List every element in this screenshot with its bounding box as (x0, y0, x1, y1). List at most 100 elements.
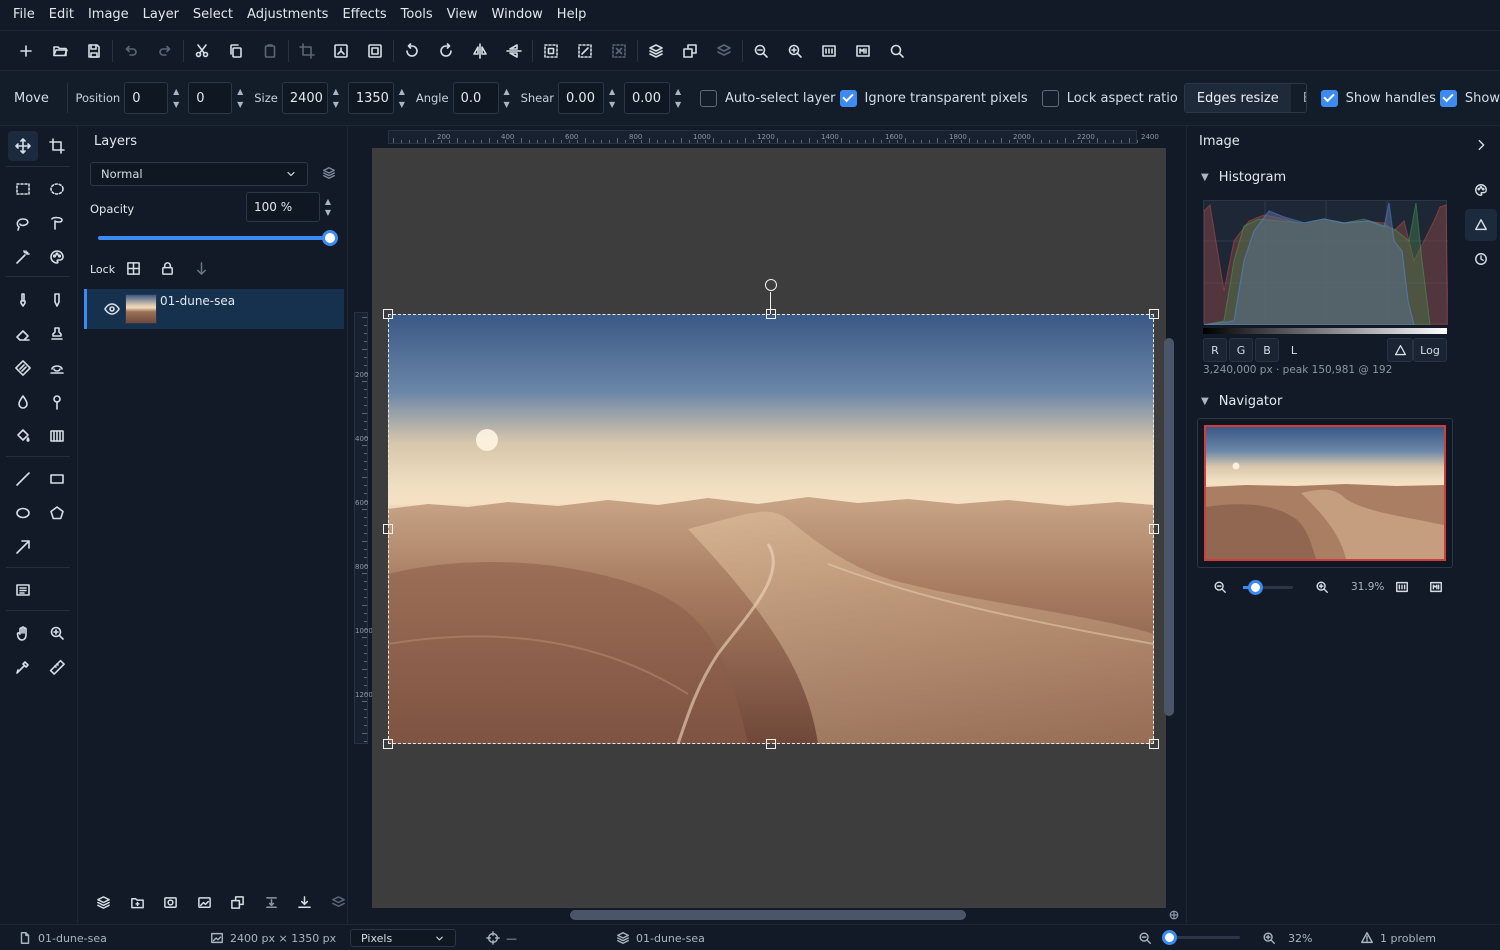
redo-button[interactable] (148, 34, 182, 68)
menu-select[interactable]: Select (186, 0, 240, 30)
collapse-panel-button[interactable] (1474, 138, 1488, 155)
dodge-tool[interactable] (42, 387, 72, 417)
log-scale-button[interactable]: Log (1413, 338, 1447, 362)
navigator-section-header[interactable]: ▼ Navigator (1201, 394, 1282, 409)
flatten-button[interactable] (297, 895, 312, 913)
shear-x-input[interactable]: 0.00 (558, 82, 605, 114)
duplicate-layer-button[interactable] (230, 895, 245, 913)
resize-handle-top-right[interactable] (1149, 309, 1159, 319)
histogram-section-header[interactable]: ▼ Histogram (1201, 170, 1286, 185)
blend-mode-select[interactable]: Normal (90, 162, 308, 186)
angle-stepper[interactable]: ▲ ▼ (499, 82, 515, 114)
show-other-checkbox[interactable] (1439, 89, 1457, 107)
channel-b-button[interactable]: B (1255, 338, 1279, 362)
actual-size-button[interactable] (846, 34, 880, 68)
edges-rotate-button[interactable]: Edges rotate (1291, 84, 1306, 112)
resize-handle-top-left[interactable] (383, 309, 393, 319)
navigator-preview[interactable] (1197, 418, 1453, 568)
copy-button[interactable] (219, 34, 253, 68)
navigator-zoom-slider[interactable] (1243, 580, 1293, 595)
fill-tool[interactable] (8, 421, 38, 451)
rectangle-tool[interactable] (42, 464, 72, 494)
channel-g-button[interactable]: G (1229, 338, 1253, 362)
save-button[interactable] (77, 34, 111, 68)
opacity-slider[interactable] (98, 230, 338, 246)
text-tool[interactable] (8, 575, 38, 605)
history-panel-button[interactable] (1474, 252, 1488, 269)
merge-layer-button[interactable] (707, 34, 741, 68)
show-handles-checkbox[interactable] (1320, 89, 1338, 107)
resize-handle-bottom[interactable] (766, 739, 776, 749)
menu-adjustments[interactable]: Adjustments (240, 0, 335, 30)
undo-button[interactable] (114, 34, 148, 68)
resize-handle-bottom-left[interactable] (383, 739, 393, 749)
layer-row[interactable]: 01-dune-sea (84, 289, 344, 329)
channel-l-button[interactable]: L (1283, 338, 1305, 362)
menu-file[interactable]: File (6, 0, 42, 30)
adjustment-layer-button[interactable] (197, 895, 212, 913)
pattern-tool[interactable] (8, 353, 38, 383)
navigator-actual-size-button[interactable] (1429, 580, 1443, 597)
magnetic-lasso-tool[interactable] (42, 208, 72, 238)
ignore-transparent-checkbox[interactable] (839, 89, 857, 107)
menu-layer[interactable]: Layer (136, 0, 186, 30)
brush-tool[interactable] (8, 285, 38, 315)
status-zoom-out-button[interactable] (1138, 925, 1152, 950)
shear-y-input[interactable]: 0.00 (624, 82, 671, 114)
add-mask-button[interactable] (163, 895, 178, 913)
resize-handle-bottom-right[interactable] (1149, 739, 1159, 749)
menu-effects[interactable]: Effects (335, 0, 393, 30)
invert-selection-button[interactable] (568, 34, 602, 68)
flip-horizontal-button[interactable] (463, 34, 497, 68)
image-panel-button[interactable] (1465, 209, 1497, 241)
resize-handle-right[interactable] (1149, 524, 1159, 534)
units-select[interactable]: Pixels (350, 929, 456, 947)
open-file-button[interactable] (43, 34, 77, 68)
lasso-tool[interactable] (8, 208, 38, 238)
add-group-button[interactable] (130, 895, 145, 913)
navigator-zoom-in-button[interactable] (1315, 580, 1329, 597)
zoom-fit-button[interactable] (812, 34, 846, 68)
ellipse-tool[interactable] (8, 498, 38, 528)
menu-edit[interactable]: Edit (42, 0, 81, 30)
resize-image-button[interactable] (324, 34, 358, 68)
color-picker-tool[interactable] (8, 652, 38, 682)
new-file-button[interactable] (9, 34, 43, 68)
zoom-out-button[interactable] (744, 34, 778, 68)
menu-help[interactable]: Help (550, 0, 594, 30)
menu-window[interactable]: Window (485, 0, 550, 30)
line-tool[interactable] (8, 464, 38, 494)
resize-canvas-button[interactable] (358, 34, 392, 68)
eye-icon[interactable] (104, 301, 120, 317)
opacity-slider-thumb[interactable] (322, 230, 338, 246)
pencil-tool[interactable] (42, 285, 72, 315)
position-y-input[interactable]: 0 (188, 82, 233, 114)
move-tool[interactable] (8, 131, 38, 161)
lock-aspect-checkbox[interactable] (1041, 89, 1059, 107)
angle-input[interactable]: 0.0 (452, 82, 499, 114)
document-canvas[interactable] (372, 148, 1166, 908)
merge-down-button[interactable] (264, 895, 279, 913)
layer-properties-button[interactable] (322, 166, 336, 183)
menu-image[interactable]: Image (81, 0, 136, 30)
navigator-viewport[interactable] (1204, 425, 1446, 561)
color-select-tool[interactable] (42, 242, 72, 272)
colors-panel-button[interactable] (1474, 183, 1488, 200)
horizontal-scrollbar[interactable] (570, 910, 966, 920)
position-y-stepper[interactable]: ▲ ▼ (232, 82, 248, 114)
auto-select-checkbox[interactable] (700, 89, 718, 107)
search-button[interactable] (880, 34, 914, 68)
cut-button[interactable] (185, 34, 219, 68)
height-input[interactable]: 1350 (347, 82, 394, 114)
status-zoom-thumb[interactable] (1162, 930, 1177, 945)
lock-position-button[interactable] (194, 261, 209, 279)
rotate-right-button[interactable] (429, 34, 463, 68)
rectangle-select-tool[interactable] (8, 174, 38, 204)
flip-vertical-button[interactable] (497, 34, 531, 68)
menu-tools[interactable]: Tools (394, 0, 440, 30)
rotate-handle[interactable] (765, 279, 777, 291)
gradient-tool[interactable] (42, 421, 72, 451)
smudge-tool[interactable] (42, 353, 72, 383)
polygon-tool[interactable] (42, 498, 72, 528)
shear-y-stepper[interactable]: ▲ ▼ (670, 82, 686, 114)
